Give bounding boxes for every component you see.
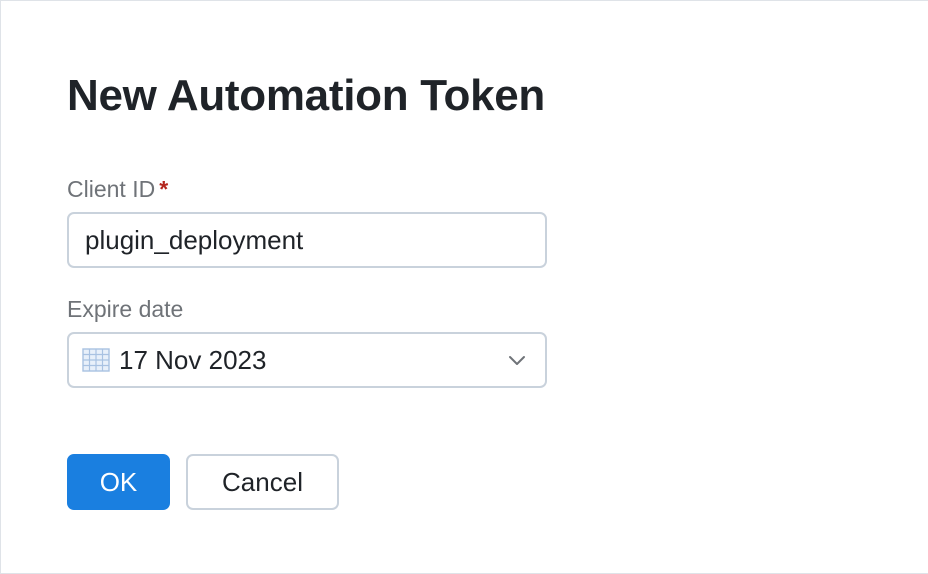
expire-date-select[interactable]: 17 Nov 2023 <box>67 332 547 388</box>
client-id-label: Client ID * <box>67 175 168 203</box>
new-automation-token-dialog: New Automation Token Client ID* Expire d… <box>0 0 928 574</box>
chevron-down-icon[interactable] <box>507 350 527 370</box>
client-id-label-text: Client ID <box>67 176 156 202</box>
expire-date-value: 17 Nov 2023 <box>119 345 267 375</box>
calendar-icon <box>82 348 110 372</box>
expire-date-label: Expire date <box>67 296 184 322</box>
client-id-field[interactable] <box>67 212 547 268</box>
cancel-button[interactable]: Cancel <box>186 454 339 510</box>
ok-button[interactable]: OK <box>67 454 170 510</box>
required-marker: * <box>159 176 169 202</box>
client-id-input[interactable] <box>69 214 545 266</box>
dialog-title: New Automation Token <box>67 71 546 120</box>
